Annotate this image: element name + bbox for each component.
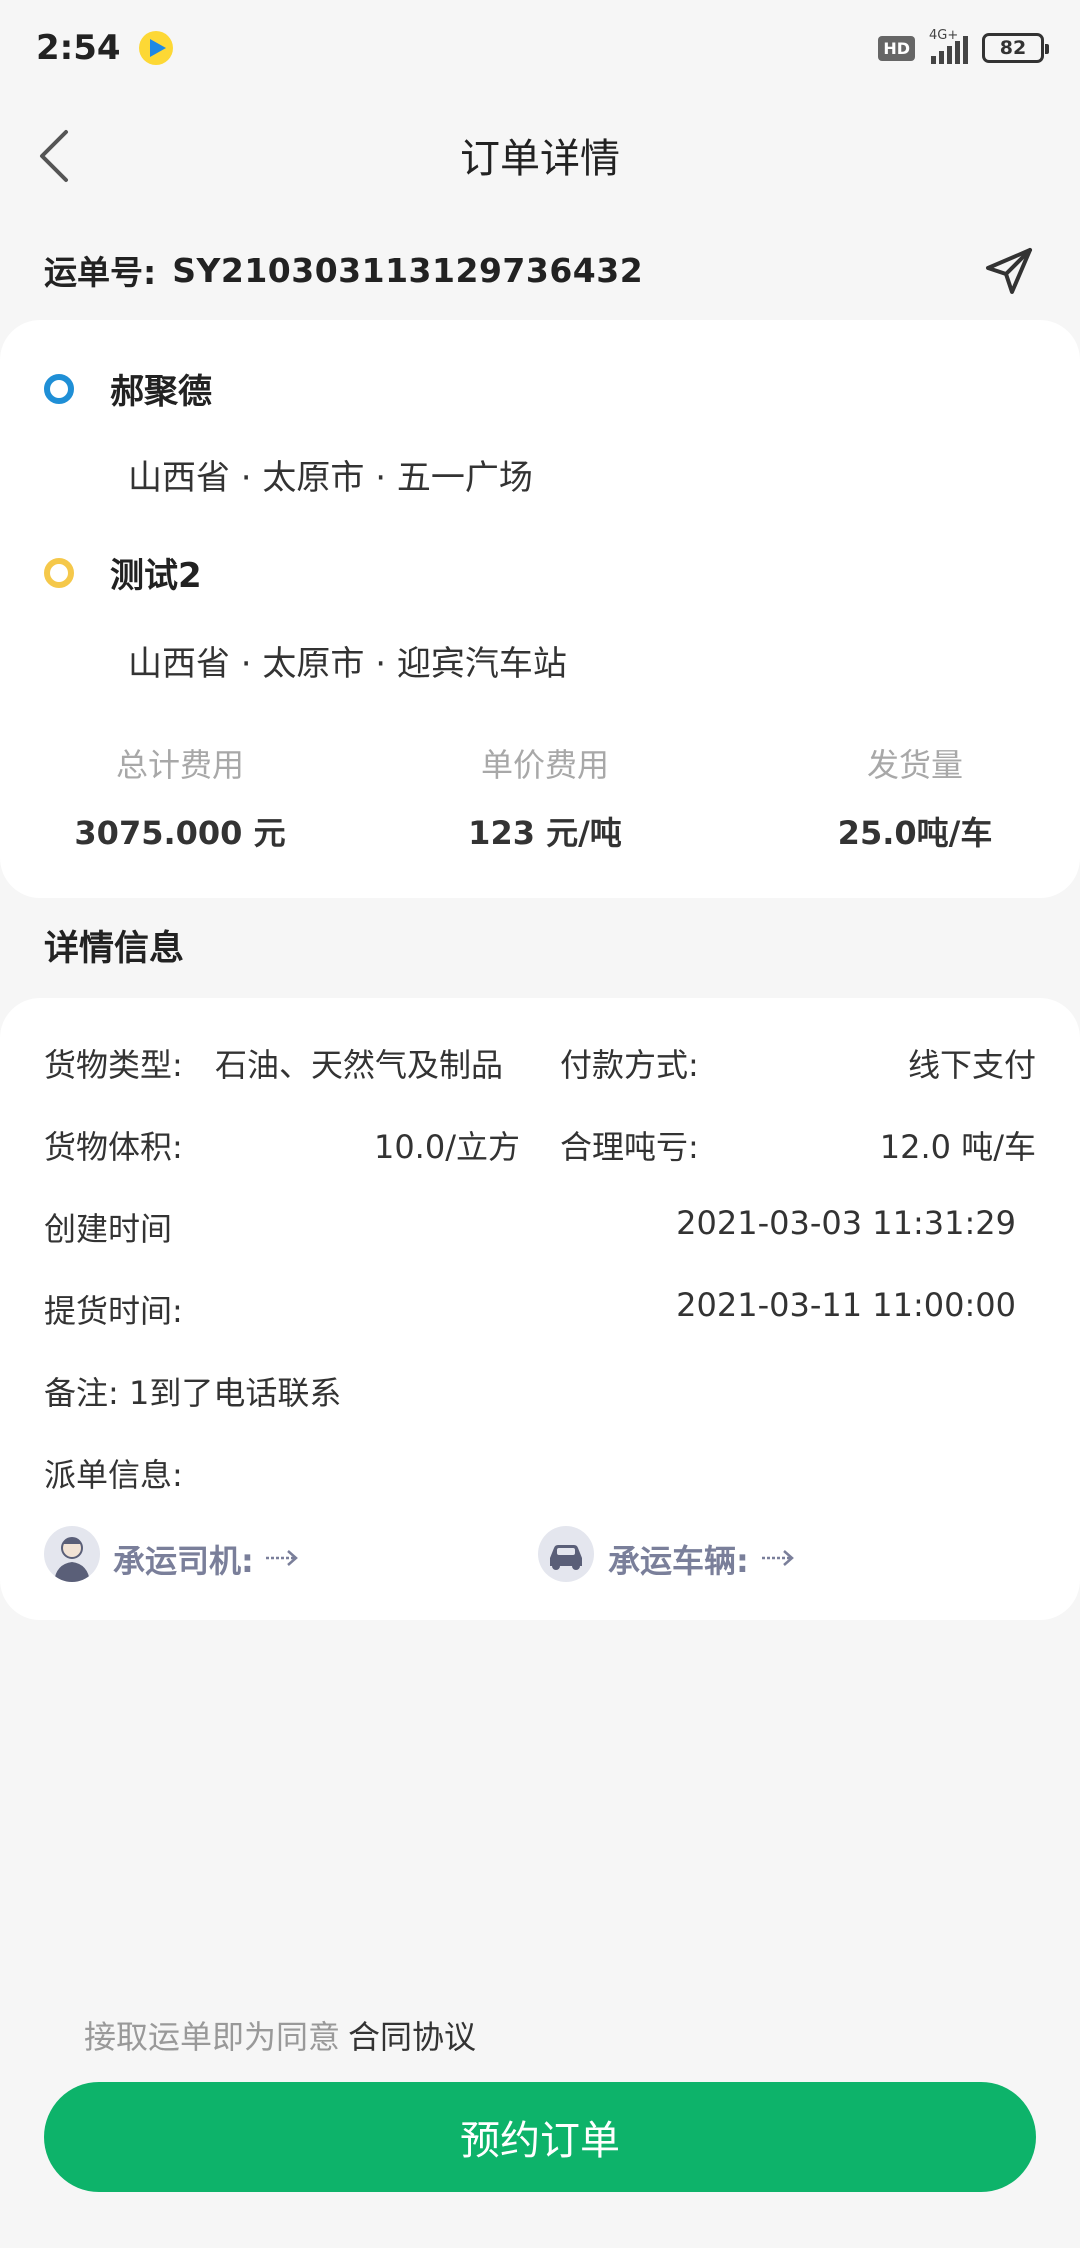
dispatch-info-label: 派单信息: <box>44 1456 183 1494</box>
volume-value: 10.0/立方 <box>373 1128 520 1166</box>
status-left: 2:54 <box>36 28 173 68</box>
reserve-order-label: 预约订单 <box>460 2118 620 2164</box>
signal-icon: 4G+ <box>929 28 968 64</box>
person-icon <box>54 1537 90 1582</box>
battery-icon: 82 <box>982 33 1049 63</box>
nav-bar: 订单详情 <box>0 100 1080 210</box>
car-icon <box>550 1545 582 1570</box>
vehicle-avatar-icon[interactable] <box>538 1526 594 1582</box>
signal-bar <box>963 36 968 64</box>
details-card: 货物类型: 石油、天然气及制品 付款方式: 线下支付 货物体积: 10.0/立方… <box>0 998 1080 1620</box>
tonnage-loss-label: 合理吨亏: <box>560 1128 699 1166</box>
fee-label: 发货量 <box>866 746 963 784</box>
status-bar: 2:54 HD 4G+ 82 <box>0 0 1080 96</box>
fee-label: 总计费用 <box>115 746 244 784</box>
pickup-time-label: 提货时间: <box>44 1292 183 1330</box>
origin-stop: 郝聚德 <box>44 364 212 413</box>
page-title: 订单详情 <box>460 136 620 182</box>
waybill-row: 运单号: SY210303113129736432 <box>0 230 1080 310</box>
fee-value: 25.0吨/车 <box>837 814 993 852</box>
agreement-text: 接取运单即为同意 合同协议 <box>84 2012 476 2058</box>
fee-label: 单价费用 <box>480 746 609 784</box>
route-card: 郝聚德 山西省 · 太原市 · 五一广场 测试2 山西省 · 太原市 · 迎宾汽… <box>0 320 1080 898</box>
pickup-time-value: 2021-03-11 11:00:00 <box>676 1286 1016 1324</box>
fee-unit-price: 单价费用 123 元/吨 <box>365 740 725 854</box>
remark: 备注: 1到了电话联系 <box>44 1374 342 1412</box>
created-time-label: 创建时间 <box>44 1210 173 1248</box>
destination-name: 测试2 <box>110 556 202 596</box>
navigate-send-icon[interactable] <box>982 244 1036 298</box>
vehicle-label[interactable]: 承运车辆: <box>608 1536 749 1582</box>
details-section-title: 详情信息 <box>44 929 185 969</box>
battery-level: 82 <box>999 37 1027 59</box>
origin-dot-icon <box>44 373 74 404</box>
tonnage-loss-value: 12.0 吨/车 <box>879 1128 1036 1166</box>
cargo-type-value: 石油、天然气及制品 <box>215 1046 504 1084</box>
fee-value: 3075.000 元 <box>74 814 286 852</box>
agreement-prefix: 接取运单即为同意 <box>84 2018 341 2056</box>
back-arrow-icon[interactable] <box>34 128 74 184</box>
fee-total: 总计费用 3075.000 元 <box>0 740 360 854</box>
destination-dot-icon <box>44 557 74 588</box>
waybill-number: SY210303113129736432 <box>172 250 644 290</box>
driver-label[interactable]: 承运司机: <box>113 1536 254 1582</box>
fee-shipment-volume: 发货量 25.0吨/车 <box>735 740 1080 854</box>
signal-bar <box>939 51 944 64</box>
destination-address: 山西省 · 太原市 · 迎宾汽车站 <box>128 644 567 684</box>
network-type: 4G+ <box>929 28 959 43</box>
volume-label: 货物体积: <box>44 1128 183 1166</box>
payment-label: 付款方式: <box>560 1046 699 1084</box>
signal-bar <box>931 56 936 64</box>
origin-name: 郝聚德 <box>110 372 212 412</box>
vehicle-arrow-icon[interactable] <box>760 1548 796 1568</box>
status-right: HD 4G+ 82 <box>878 28 1049 64</box>
waybill-label: 运单号: <box>44 253 157 292</box>
payment-value: 线下支付 <box>907 1046 1036 1084</box>
created-time-value: 2021-03-03 11:31:29 <box>676 1204 1016 1242</box>
hd-icon: HD <box>878 35 915 61</box>
status-time: 2:54 <box>36 28 121 68</box>
fee-value: 123 元/吨 <box>468 814 622 852</box>
video-app-icon <box>138 31 173 65</box>
destination-stop: 测试2 <box>44 548 202 597</box>
driver-avatar-icon[interactable] <box>44 1526 100 1582</box>
signal-bar <box>947 46 952 64</box>
reserve-order-button[interactable]: 预约订单 <box>44 2082 1036 2192</box>
fee-summary: 总计费用 3075.000 元 单价费用 123 元/吨 发货量 25.0吨/车 <box>0 740 1080 860</box>
contract-agreement-link[interactable]: 合同协议 <box>348 2018 476 2056</box>
cargo-type-label: 货物类型: <box>44 1046 183 1084</box>
signal-bar <box>955 41 960 64</box>
driver-arrow-icon[interactable] <box>264 1548 300 1568</box>
origin-address: 山西省 · 太原市 · 五一广场 <box>128 458 533 498</box>
